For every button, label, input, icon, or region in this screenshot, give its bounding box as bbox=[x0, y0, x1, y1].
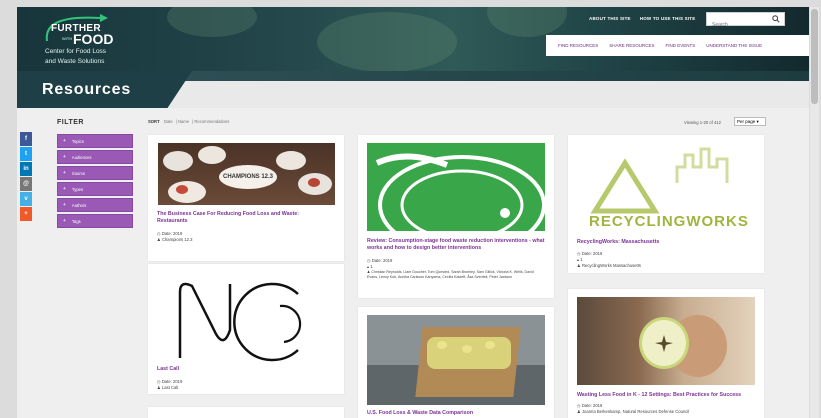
more-share-icon[interactable]: + bbox=[20, 207, 32, 221]
card-date: Date: 2019 bbox=[581, 403, 603, 408]
sort-recommendations[interactable]: Recommendations bbox=[194, 119, 229, 124]
card-image[interactable] bbox=[577, 297, 755, 385]
scrollbar-thumb[interactable] bbox=[811, 9, 818, 104]
card-meta: ◷ Date: 2019 ♟ Joanna Berkenkamp, Natura… bbox=[577, 403, 689, 415]
count-icon: ▴ bbox=[367, 264, 370, 269]
linkedin-icon[interactable]: in bbox=[20, 162, 32, 176]
card-meta: ◷ Date: 2019 ▴ 1 ♟ Christian Reynolds, L… bbox=[367, 258, 545, 280]
resource-card[interactable] bbox=[148, 407, 344, 418]
recyclingworks-logo-text: RECYCLINGWORKS bbox=[589, 213, 749, 230]
card-author: RecyclingWorks Massachusetts bbox=[581, 263, 641, 268]
card-date: Date: 2019 bbox=[161, 231, 183, 236]
card-count: 1 bbox=[580, 257, 583, 262]
top-links: ABOUT THIS SITE HOW TO USE THIS SITE bbox=[589, 16, 695, 21]
main-nav: FIND RESOURCES SHARE RESOURCES FIND EVEN… bbox=[546, 35, 809, 56]
card-title[interactable]: Last Call bbox=[157, 366, 327, 373]
plate-graphic-icon bbox=[375, 153, 545, 231]
card-image[interactable]: CHAMPIONS 12.3 bbox=[158, 143, 335, 205]
sort-name[interactable]: Name bbox=[178, 119, 189, 124]
filter-types[interactable]: Types bbox=[57, 182, 133, 196]
resource-card[interactable]: CHAMPIONS 12.3 The Business Case For Red… bbox=[148, 135, 344, 261]
card-image[interactable] bbox=[158, 272, 335, 364]
resource-card[interactable]: Wasting Less Food in K - 12 Settings: Be… bbox=[568, 289, 764, 418]
card-title[interactable]: RecyclingWorks: Massachusetts bbox=[577, 239, 755, 246]
site-header: FURTHER WITH FOOD Center for Food Loss a… bbox=[17, 7, 809, 71]
nav-find-resources[interactable]: FIND RESOURCES bbox=[558, 43, 598, 48]
social-share-bar: f t in @ v + bbox=[20, 132, 32, 222]
count-icon: ▴ bbox=[577, 257, 580, 262]
filter-tags[interactable]: Tags bbox=[57, 214, 133, 228]
card-title[interactable]: The Business Case For Reducing Food Loss… bbox=[157, 211, 327, 224]
calendar-icon: ◷ bbox=[577, 251, 581, 256]
card-date: Date: 2019 bbox=[161, 379, 183, 384]
logo-tagline-1: Center for Food Loss bbox=[45, 48, 107, 55]
author-icon: ♟ bbox=[157, 385, 161, 390]
card-author: Christian Reynolds, Liam Goucher, Tom Qu… bbox=[367, 270, 534, 279]
filter-authors[interactable]: Authors bbox=[57, 198, 133, 212]
resource-card[interactable]: RECYCLINGWORKS RecyclingWorks: Massachus… bbox=[568, 135, 764, 273]
card-date: Date: 2019 bbox=[581, 251, 603, 256]
logo-tagline-2: and Waste Solutions bbox=[45, 58, 105, 65]
card-author: Last Call bbox=[161, 385, 179, 390]
card-image[interactable]: RECYCLINGWORKS bbox=[577, 143, 755, 231]
title-band-accent bbox=[167, 71, 809, 81]
nav-understand-issue[interactable]: UNDERSTAND THE ISSUE bbox=[706, 43, 762, 48]
filter-audiences[interactable]: Audiences bbox=[57, 150, 133, 164]
card-title[interactable]: Review: Consumption-stage food waste red… bbox=[367, 238, 545, 251]
calendar-icon: ◷ bbox=[577, 403, 581, 408]
author-icon: ♟ bbox=[367, 270, 371, 274]
card-title[interactable]: Wasting Less Food in K - 12 Settings: Be… bbox=[577, 392, 755, 399]
search-input[interactable] bbox=[707, 19, 767, 31]
card-meta: ◷ Date: 2019 ♟ Champions 12.3 bbox=[157, 231, 192, 243]
twitter-icon[interactable]: t bbox=[20, 147, 32, 161]
champions-logo-text: CHAMPIONS 12.3 bbox=[222, 174, 273, 180]
filter-list: Topics Audiences Source Types Authors Ta… bbox=[57, 134, 133, 230]
calendar-icon: ◷ bbox=[367, 258, 371, 263]
page-title: Resources bbox=[42, 81, 132, 98]
card-author: Champions 12.3 bbox=[161, 237, 193, 242]
calendar-icon: ◷ bbox=[157, 379, 161, 384]
resource-card[interactable]: Last Call ◷ Date: 2019 ♟ Last Call bbox=[148, 264, 344, 394]
logo-food: FOOD bbox=[73, 31, 114, 47]
card-image[interactable] bbox=[367, 143, 545, 231]
card-date: Date: 2019 bbox=[371, 258, 393, 263]
nav-share-resources[interactable]: SHARE RESOURCES bbox=[609, 43, 654, 48]
author-icon: ♟ bbox=[577, 263, 581, 268]
per-page-select[interactable]: Per page ▾ bbox=[734, 117, 766, 126]
author-icon: ♟ bbox=[157, 237, 161, 242]
nav-find-events[interactable]: FIND EVENTS bbox=[666, 43, 696, 48]
filter-source[interactable]: Source bbox=[57, 166, 133, 180]
filter-topics[interactable]: Topics bbox=[57, 134, 133, 148]
viewing-count: Viewing 1-20 of 412 bbox=[684, 120, 721, 125]
page-scrollbar[interactable] bbox=[810, 7, 819, 418]
filter-heading: FILTER bbox=[57, 119, 84, 126]
facebook-icon[interactable]: f bbox=[20, 132, 32, 146]
resource-card[interactable]: U.S. Food Loss & Waste Data Comparison bbox=[358, 307, 554, 418]
card-meta: ◷ Date: 2019 ▴ 1 ♟ RecyclingWorks Massac… bbox=[577, 251, 641, 269]
sort-row: SORT Date | Name | Recommendations bbox=[148, 119, 230, 124]
last-call-logo-icon bbox=[178, 282, 302, 362]
logo-with: WITH bbox=[62, 36, 73, 41]
author-icon: ♟ bbox=[577, 409, 581, 414]
how-to-use-link[interactable]: HOW TO USE THIS SITE bbox=[640, 16, 696, 21]
search-icon[interactable] bbox=[772, 15, 780, 23]
search-box bbox=[706, 12, 785, 31]
card-count: 1 bbox=[370, 264, 373, 269]
page: FURTHER WITH FOOD Center for Food Loss a… bbox=[17, 7, 809, 418]
site-logo[interactable]: FURTHER WITH FOOD Center for Food Loss a… bbox=[42, 13, 137, 69]
sort-label: SORT bbox=[148, 119, 160, 124]
card-title[interactable]: U.S. Food Loss & Waste Data Comparison bbox=[367, 410, 545, 417]
sort-date[interactable]: Date bbox=[164, 119, 173, 124]
card-author: Joanna Berkenkamp, Natural Resources Def… bbox=[581, 409, 690, 414]
email-icon[interactable]: @ bbox=[20, 177, 32, 191]
card-image[interactable] bbox=[367, 315, 545, 405]
apple-core-icon bbox=[655, 335, 673, 352]
resource-card[interactable]: Review: Consumption-stage food waste red… bbox=[358, 135, 554, 298]
vimeo-icon[interactable]: v bbox=[20, 192, 32, 206]
card-meta: ◷ Date: 2019 ♟ Last Call bbox=[157, 379, 182, 391]
per-page-label: Per page bbox=[737, 119, 756, 124]
about-link[interactable]: ABOUT THIS SITE bbox=[589, 16, 631, 21]
calendar-icon: ◷ bbox=[157, 231, 161, 236]
